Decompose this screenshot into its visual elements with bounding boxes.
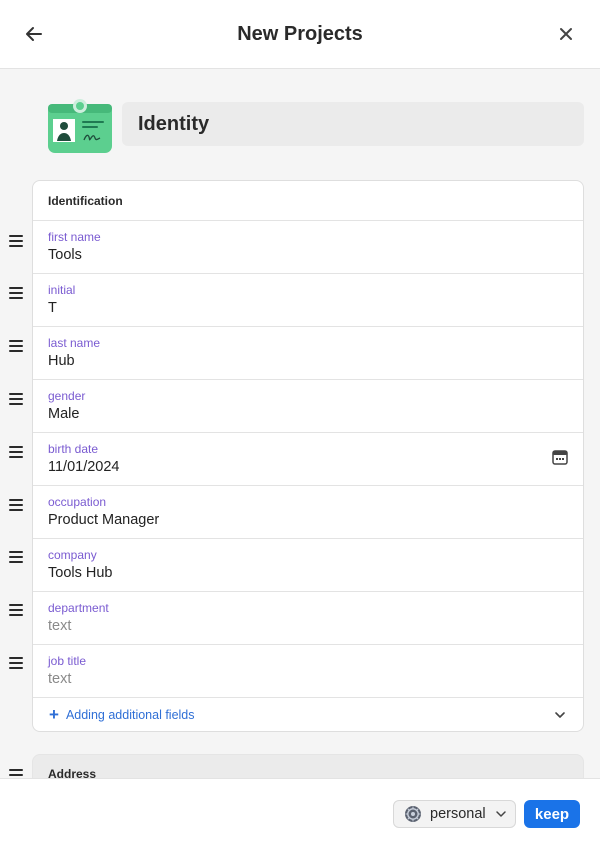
drag-handle-icon[interactable] [9, 551, 23, 563]
drag-handle-icon[interactable] [9, 657, 23, 669]
drag-handle-icon[interactable] [9, 287, 23, 299]
close-icon[interactable] [554, 22, 578, 46]
field-value[interactable]: Tools [48, 246, 583, 265]
field-label: department [48, 601, 109, 615]
id-card-icon [48, 99, 112, 153]
add-fields-button[interactable]: + Adding additional fields [33, 698, 583, 731]
field-label: company [48, 548, 97, 562]
drag-handle-icon[interactable] [9, 393, 23, 405]
field-value[interactable]: Hub [48, 352, 583, 371]
item-title-input[interactable]: Identity [122, 102, 584, 146]
dialog-header: New Projects [0, 0, 600, 69]
drag-handle-icon[interactable] [9, 769, 23, 778]
field-first-name[interactable]: first name Tools [33, 221, 583, 274]
vault-select[interactable]: personal [393, 800, 516, 828]
field-label: first name [48, 230, 101, 244]
drag-handle-icon[interactable] [9, 235, 23, 247]
form-scroll-area[interactable]: Identity Identification first name Tools… [0, 69, 600, 778]
field-job-title[interactable]: job title text [33, 645, 583, 698]
vault-icon [405, 806, 421, 822]
field-company[interactable]: company Tools Hub [33, 539, 583, 592]
field-gender[interactable]: gender Male [33, 380, 583, 433]
field-value[interactable]: text [48, 617, 583, 636]
chevron-down-icon[interactable] [553, 708, 567, 722]
field-label: initial [48, 283, 76, 297]
chevron-down-icon [496, 811, 506, 817]
add-fields-label: Adding additional fields [65, 707, 195, 722]
drag-handle-icon[interactable] [9, 340, 23, 352]
field-value[interactable]: 11/01/2024 [48, 458, 583, 477]
drag-handle-icon[interactable] [9, 604, 23, 616]
field-initial[interactable]: initial T [33, 274, 583, 327]
field-department[interactable]: department text [33, 592, 583, 645]
drag-handle-icon[interactable] [9, 499, 23, 511]
keep-button[interactable]: keep [524, 800, 580, 828]
arrow-left-icon[interactable] [22, 22, 46, 46]
identification-section: Identification first name Tools initial … [32, 180, 584, 732]
section-heading: Identification [33, 181, 583, 221]
vault-label: personal [430, 806, 486, 822]
field-occupation[interactable]: occupation Product Manager [33, 486, 583, 539]
field-last-name[interactable]: last name Hub [33, 327, 583, 380]
calendar-icon[interactable] [551, 448, 569, 466]
field-label: last name [48, 336, 101, 350]
field-value[interactable]: T [48, 299, 583, 318]
field-value[interactable]: Product Manager [48, 511, 583, 530]
field-value[interactable]: text [48, 670, 583, 689]
field-label: occupation [48, 495, 107, 509]
field-birth-date[interactable]: birth date 11/01/2024 [33, 433, 583, 486]
field-label: job title [48, 654, 87, 668]
field-label: gender [48, 389, 86, 403]
section-heading: Address [48, 767, 97, 778]
field-label: birth date [48, 442, 99, 456]
address-section[interactable]: Address [32, 754, 584, 778]
field-value[interactable]: Male [48, 405, 583, 424]
plus-icon: + [49, 705, 59, 724]
drag-handle-icon[interactable] [9, 446, 23, 458]
dialog-title: New Projects [237, 22, 363, 45]
dialog-footer: personal keep [0, 778, 600, 847]
field-value[interactable]: Tools Hub [48, 564, 583, 583]
